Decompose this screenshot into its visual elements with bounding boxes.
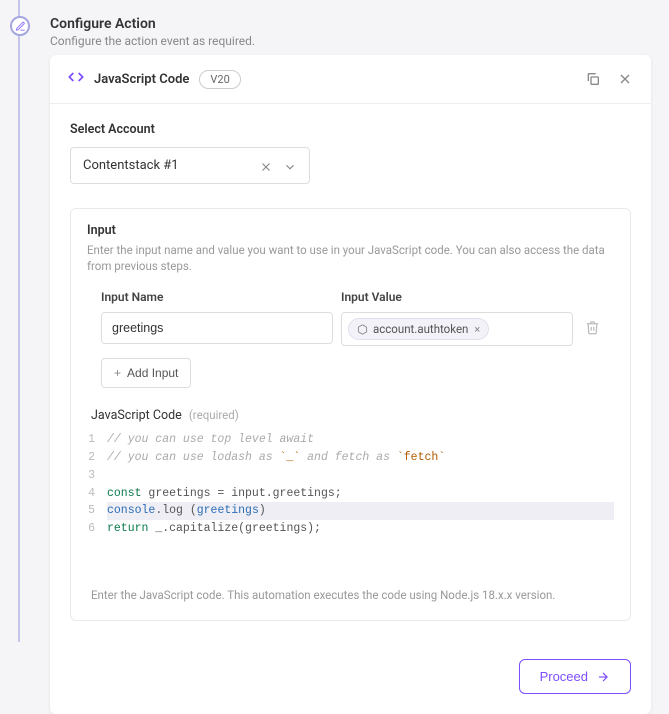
card-title: JavaScript Code [94, 72, 189, 87]
card-body: Select Account Contentstack #1 Input Ent… [50, 104, 651, 641]
input-panel: Input Enter the input name and value you… [70, 208, 631, 621]
account-value: Contentstack #1 [83, 158, 249, 173]
token-text: account.authtoken [373, 322, 468, 336]
delete-row-icon[interactable] [585, 320, 600, 335]
code-section-header: JavaScript Code (required) [87, 408, 614, 423]
code-editor[interactable]: 1// you can use top level await 2// you … [87, 431, 614, 538]
cube-icon [357, 324, 368, 335]
card-footer: Proceed [50, 641, 651, 714]
code-footnote: Enter the JavaScript code. This automati… [87, 588, 614, 602]
input-value-label: Input Value [341, 290, 573, 304]
required-hint: (required) [189, 408, 239, 422]
proceed-button[interactable]: Proceed [519, 659, 631, 694]
copy-icon[interactable] [585, 71, 601, 87]
input-row: Input Name Input Value account.authtoken… [87, 290, 614, 346]
input-name-field[interactable] [101, 312, 333, 344]
version-pill: V20 [199, 70, 240, 89]
step-subtitle: Configure the action event as required. [50, 34, 255, 48]
add-input-label: Add Input [127, 366, 178, 380]
token-remove-icon[interactable]: × [474, 323, 480, 336]
step-header: Configure Action Configure the action ev… [50, 16, 255, 48]
chevron-down-icon[interactable] [283, 159, 297, 173]
timeline-node-icon [10, 16, 30, 36]
step-title: Configure Action [50, 16, 255, 32]
code-icon [68, 69, 84, 89]
input-panel-desc: Enter the input name and value you want … [87, 242, 614, 274]
arrow-right-icon [596, 670, 610, 684]
proceed-label: Proceed [540, 669, 588, 684]
plus-icon: + [114, 366, 121, 380]
code-section-title: JavaScript Code [91, 408, 182, 423]
account-select[interactable]: Contentstack #1 [70, 147, 310, 184]
config-card: JavaScript Code V20 Select Account Conte… [50, 55, 651, 714]
timeline-line [18, 0, 20, 642]
add-input-button[interactable]: + Add Input [101, 358, 191, 388]
card-header: JavaScript Code V20 [50, 55, 651, 104]
input-panel-title: Input [87, 223, 614, 238]
select-account-label: Select Account [70, 122, 631, 137]
token-chip: account.authtoken × [348, 318, 489, 340]
close-icon[interactable] [617, 71, 633, 87]
clear-icon[interactable] [259, 159, 273, 173]
input-name-label: Input Name [101, 290, 333, 304]
input-value-field[interactable]: account.authtoken × [341, 312, 573, 346]
